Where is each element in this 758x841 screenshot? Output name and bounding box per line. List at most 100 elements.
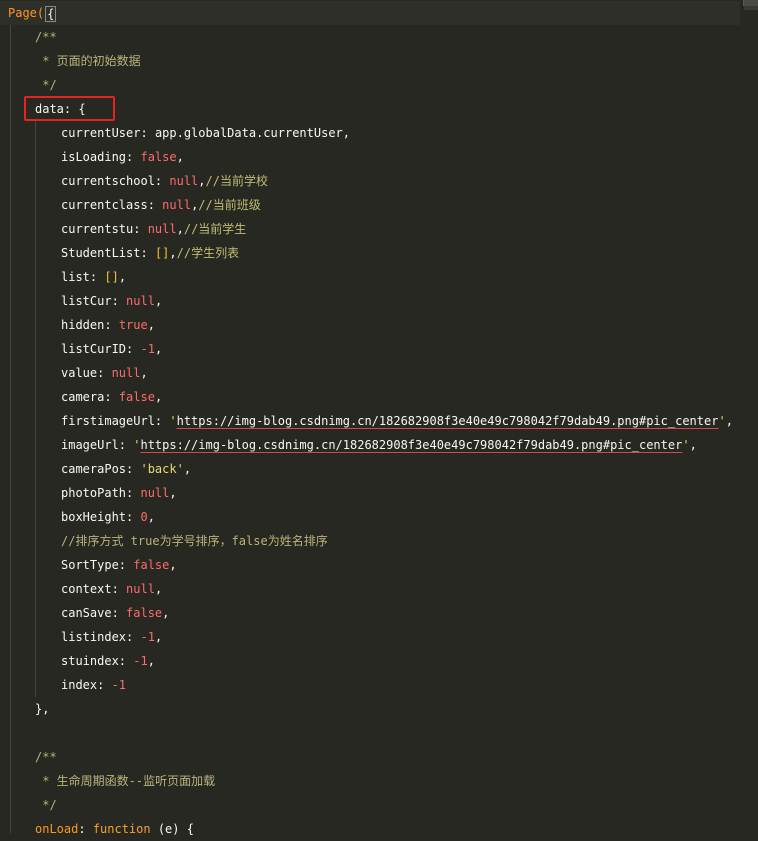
field-comment: //当前班级: [198, 198, 261, 212]
field-value: null: [162, 198, 192, 212]
data-field-line[interactable]: isLoading: false,: [61, 145, 184, 169]
field-value: true: [118, 318, 148, 332]
matched-brace: {: [45, 5, 57, 22]
field-colon: :: [126, 462, 141, 476]
sort-comment-line[interactable]: //排序方式 true为学号排序，false为姓名排序: [61, 529, 328, 553]
data-field-line[interactable]: stuindex: -1,: [61, 649, 155, 673]
field-colon: :: [126, 150, 141, 164]
string-quote: ': [169, 414, 177, 428]
code-line[interactable]: onLoad: function (e) {: [35, 817, 194, 841]
code-line[interactable]: Page({: [8, 1, 57, 25]
field-key: currentstu: [61, 222, 134, 236]
comment-line[interactable]: * 页面的初始数据: [35, 49, 140, 73]
code-editor[interactable]: Page({ /** * 页面的初始数据 */ data: { currentU…: [0, 0, 758, 836]
data-field-line[interactable]: listindex: -1,: [61, 625, 162, 649]
field-comment: //当前学生: [183, 222, 247, 236]
field-value: false: [126, 606, 163, 620]
field-comma: ,: [198, 174, 206, 188]
field-value: -1: [133, 654, 148, 668]
data-field-line[interactable]: boxHeight: 0,: [61, 505, 155, 529]
data-field-line[interactable]: listCurID: -1,: [61, 337, 162, 361]
field-value: false: [140, 150, 177, 164]
onload-args: (e) {: [150, 822, 194, 836]
field-colon: :: [126, 510, 141, 524]
data-field-line[interactable]: currentUser: app.globalData.currentUser,: [61, 121, 350, 145]
field-comma: ,: [162, 606, 170, 620]
data-field-line[interactable]: StudentList: [],//学生列表: [61, 241, 239, 265]
field-colon: :: [147, 198, 163, 212]
field-key: value: [61, 366, 98, 380]
indent-guide: [10, 25, 11, 833]
field-comma: ,: [689, 438, 697, 452]
field-key: listindex: [61, 630, 127, 644]
field-colon: :: [97, 678, 112, 692]
data-field-line[interactable]: canSave: false,: [61, 601, 169, 625]
field-value: false: [133, 558, 170, 572]
field-colon: :: [126, 342, 141, 356]
field-colon: :: [89, 270, 105, 284]
comment-line[interactable]: * 生命周期函数--监听页面加载: [35, 769, 215, 793]
data-field-line[interactable]: camera: false,: [61, 385, 162, 409]
field-comma: ,: [169, 246, 177, 260]
field-key: index: [61, 678, 98, 692]
field-colon: :: [118, 438, 134, 452]
field-key: camera: [61, 390, 105, 404]
data-field-line[interactable]: firstimageUrl: 'https://img-blog.csdnimg…: [61, 409, 733, 433]
field-comment: //当前学校: [205, 174, 268, 188]
field-comment: //学生列表: [176, 246, 240, 260]
data-field-line[interactable]: currentstu: null,//当前学生: [61, 217, 246, 241]
field-comma: ,: [169, 486, 177, 500]
field-value: app.globalData.currentUser: [154, 126, 343, 140]
field-comma: ,: [169, 558, 177, 572]
field-value: null: [147, 222, 177, 236]
code-line[interactable]: },: [35, 697, 49, 721]
data-field-line[interactable]: currentschool: null,//当前学校: [61, 169, 268, 193]
scrollbar-track[interactable]: [744, 6, 758, 10]
field-comma: ,: [147, 654, 155, 668]
field-comma: ,: [342, 126, 351, 140]
field-value: -1: [140, 342, 155, 356]
field-key: imageUrl: [61, 438, 119, 452]
field-key: canSave: [61, 606, 112, 620]
field-colon: :: [97, 366, 112, 380]
field-key: cameraPos: [61, 462, 127, 476]
comment-line[interactable]: */: [35, 793, 56, 817]
field-colon: :: [126, 486, 141, 500]
function-keyword: function: [92, 822, 151, 836]
field-comma: ,: [140, 366, 148, 380]
page-call: Page(: [8, 6, 45, 20]
data-field-line[interactable]: cameraPos: 'back',: [61, 457, 191, 481]
comment-line[interactable]: */: [35, 73, 56, 97]
data-field-line[interactable]: list: [],: [61, 265, 126, 289]
field-colon: :: [140, 126, 155, 140]
field-key: firstimageUrl: [61, 414, 155, 428]
data-field-line[interactable]: context: null,: [61, 577, 162, 601]
field-comma: ,: [147, 510, 155, 524]
data-field-line[interactable]: listCur: null,: [61, 289, 162, 313]
data-field-line[interactable]: hidden: true,: [61, 313, 155, 337]
indent-guide: [35, 121, 36, 697]
data-field-line[interactable]: value: null,: [61, 361, 148, 385]
field-colon: :: [111, 294, 127, 308]
string-quote: ': [718, 414, 726, 428]
field-url-value: https://img-blog.csdnimg.cn/182682908f3e…: [140, 438, 683, 452]
field-value: false: [118, 390, 155, 404]
data-field-line[interactable]: SortType: false,: [61, 553, 177, 577]
field-key: listCurID: [61, 342, 127, 356]
comment-line[interactable]: /**: [35, 25, 57, 49]
field-key: context: [61, 582, 112, 596]
field-comma: ,: [183, 462, 192, 476]
field-colon: :: [154, 174, 170, 188]
data-field-line[interactable]: currentclass: null,//当前班级: [61, 193, 261, 217]
data-field-line[interactable]: photoPath: null,: [61, 481, 177, 505]
field-colon: :: [111, 582, 127, 596]
field-comma: ,: [147, 318, 155, 332]
onload-key: onLoad: [35, 822, 79, 836]
data-field-line[interactable]: imageUrl: 'https://img-blog.csdnimg.cn/1…: [61, 433, 697, 457]
field-comma: ,: [176, 222, 184, 236]
field-colon: :: [111, 606, 127, 620]
field-value: 0: [140, 510, 148, 524]
comment-line[interactable]: /**: [35, 745, 57, 769]
data-field-line[interactable]: index: -1: [61, 673, 126, 697]
field-colon: :: [140, 246, 155, 260]
